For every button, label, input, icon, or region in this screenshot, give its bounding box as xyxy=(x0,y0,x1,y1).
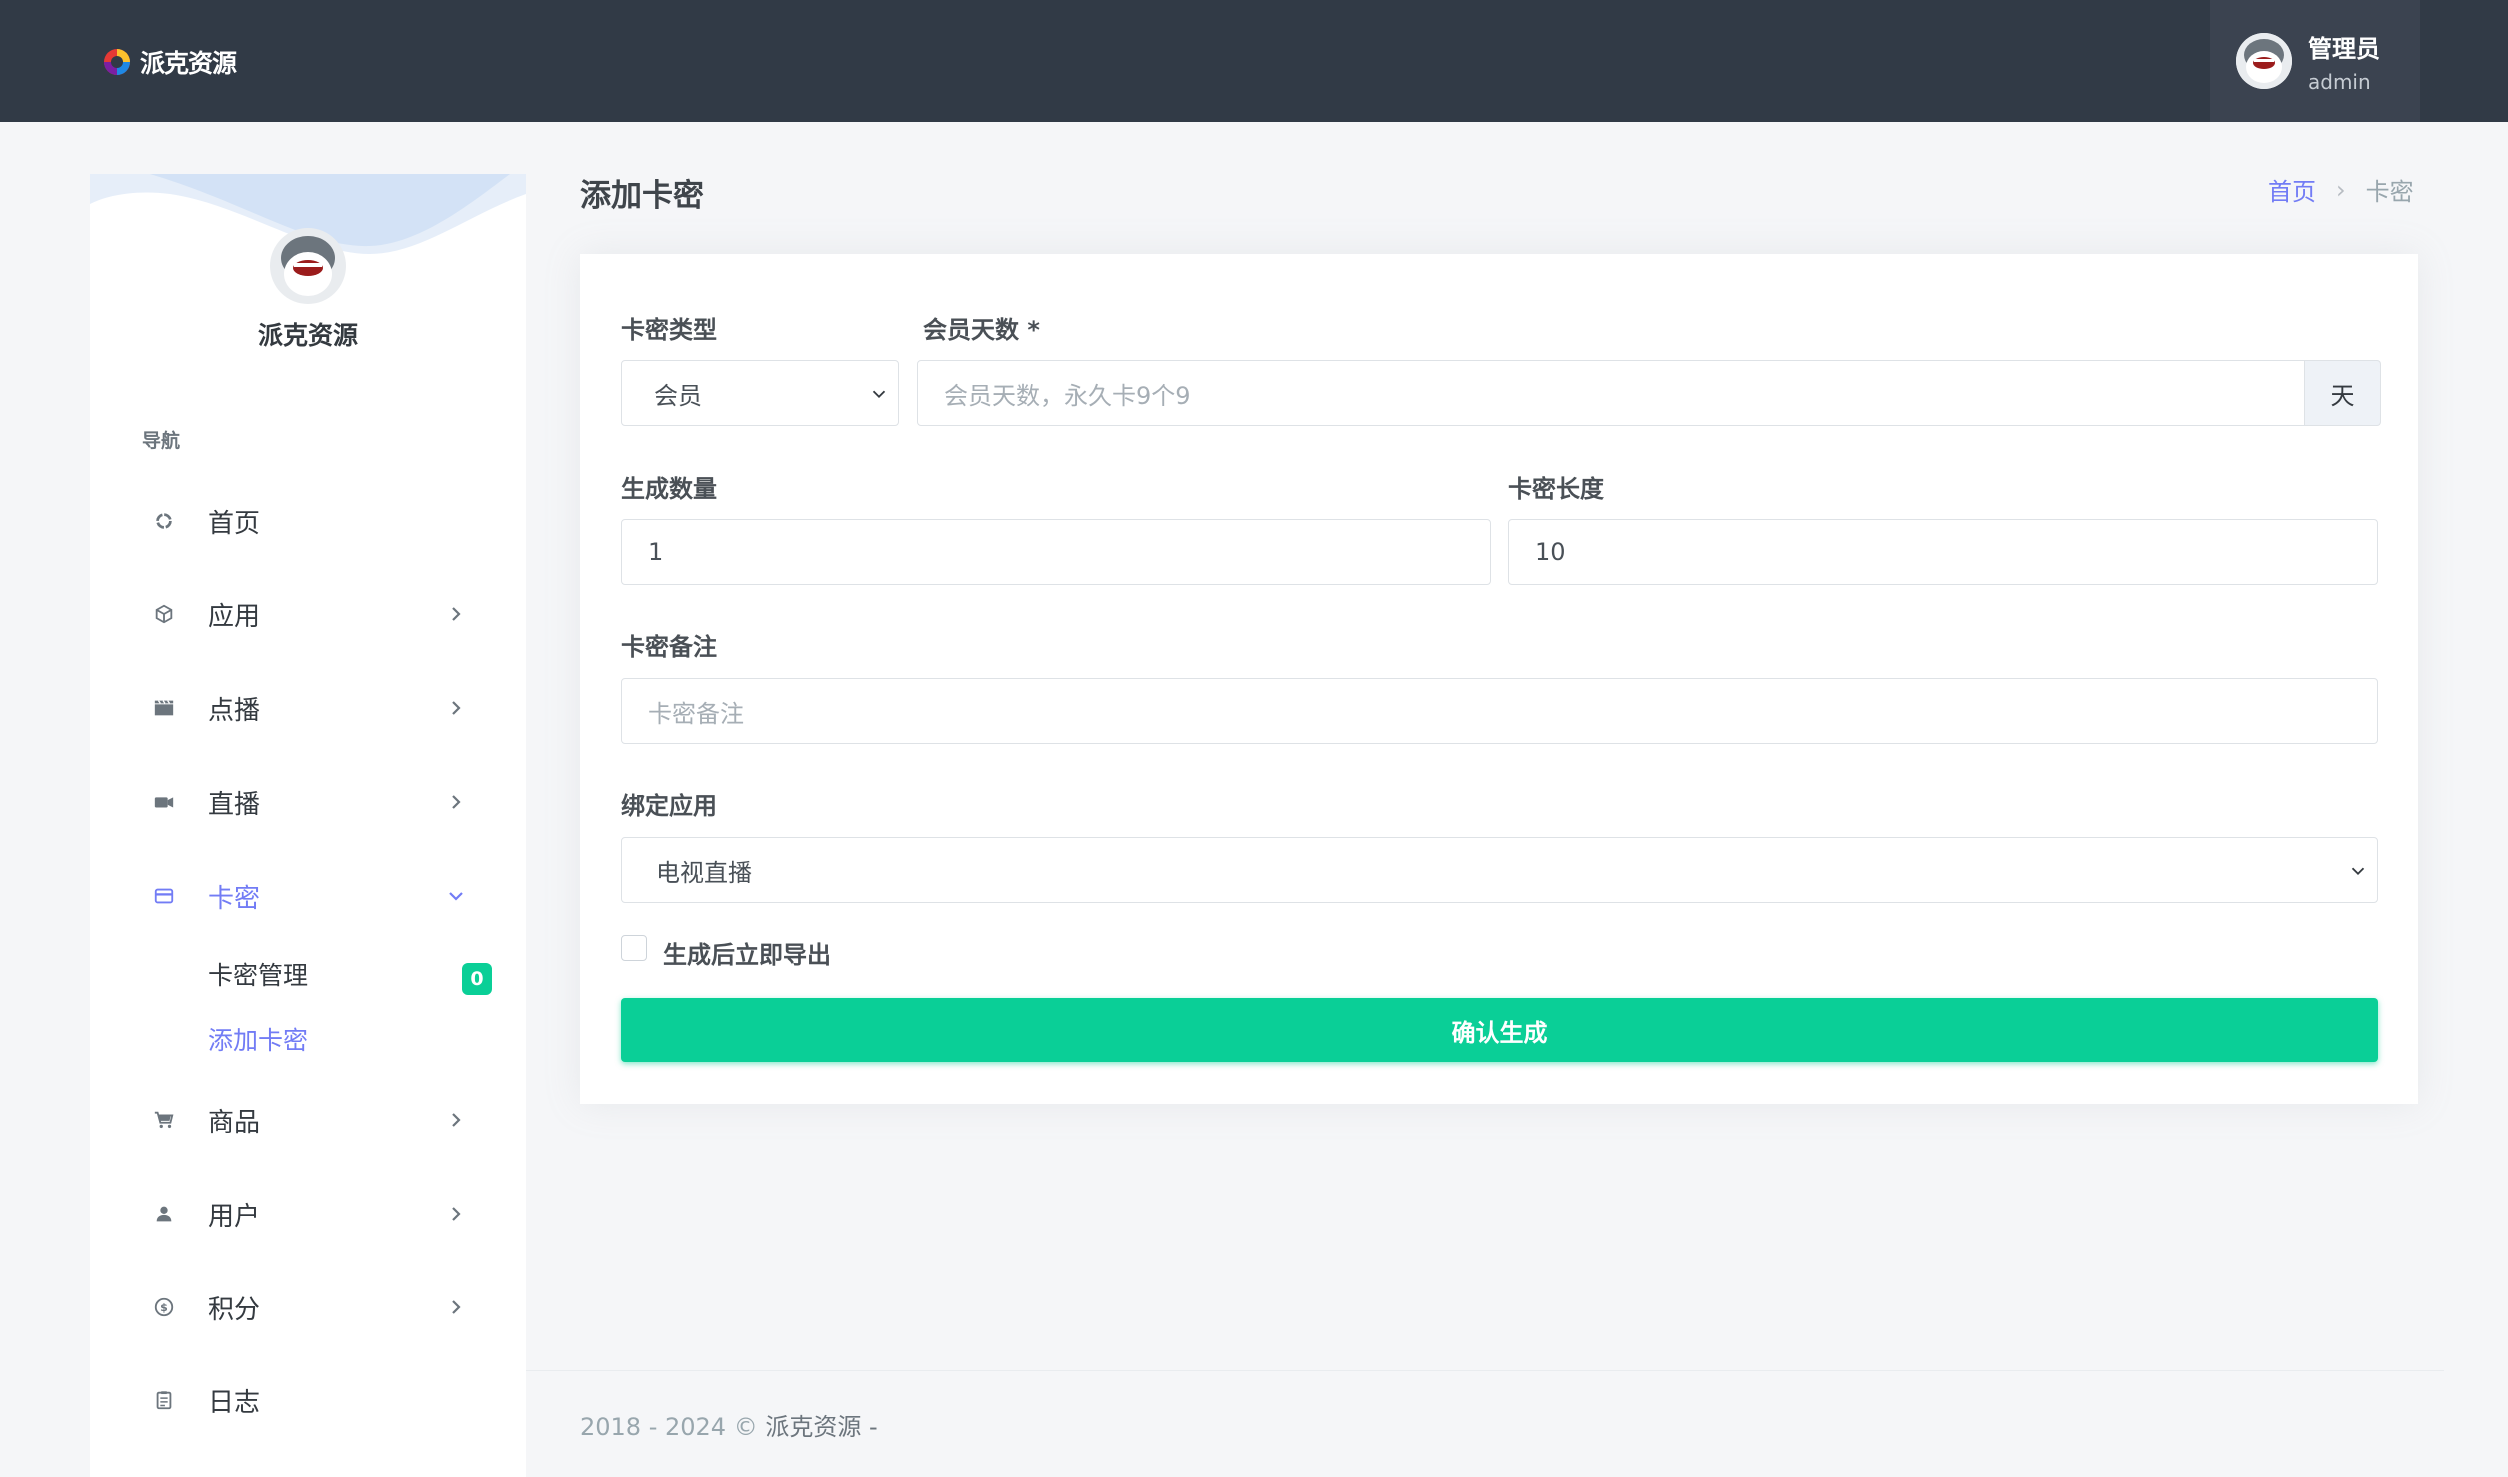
sidebar-item-label: 用户 xyxy=(208,1201,261,1232)
bind-app-select[interactable]: 电视直播 xyxy=(621,837,2378,903)
export-checkbox[interactable] xyxy=(621,935,647,961)
sidebar-item-label: 商品 xyxy=(208,1107,261,1138)
sidebar-item-label: 日志 xyxy=(208,1387,261,1418)
card-length-input[interactable]: 10 xyxy=(1508,519,2378,585)
chevron-right-icon xyxy=(444,790,468,814)
nav-section-title: 导航 xyxy=(142,430,181,452)
sidebar-item-live[interactable]: 直播 xyxy=(90,772,526,832)
dashboard-icon xyxy=(152,509,176,533)
top-navbar: 派克资源 管理员 admin xyxy=(0,0,2508,122)
sidebar-site-name: 派克资源 xyxy=(257,321,358,350)
member-days-label: 会员天数 * xyxy=(923,316,1040,344)
sidebar-item-apps[interactable]: 应用 xyxy=(90,584,526,644)
bind-app-value: 电视直播 xyxy=(656,858,752,887)
sidebar-item-points[interactable]: $ 积分 xyxy=(90,1277,526,1337)
coin-icon: $ xyxy=(152,1295,176,1319)
quantity-input[interactable]: 1 xyxy=(621,519,1491,585)
sidebar-item-vod[interactable]: 点播 xyxy=(90,678,526,738)
clipboard-icon xyxy=(152,1388,176,1412)
breadcrumb: 首页 › 卡密 xyxy=(2268,172,2414,207)
cube-icon xyxy=(152,602,176,626)
sidebar-item-products[interactable]: 商品 xyxy=(90,1090,526,1150)
breadcrumb-current: 卡密 xyxy=(2365,178,2414,206)
footer-brand: 派克资源 - xyxy=(765,1413,878,1441)
confirm-generate-button[interactable]: 确认生成 xyxy=(621,998,2378,1062)
sidebar-item-label: 卡密 xyxy=(208,883,261,914)
card-type-value: 会员 xyxy=(654,381,702,410)
footer: 2018 - 2024 © 派克资源 - xyxy=(580,1407,878,1442)
clapperboard-icon xyxy=(152,696,176,720)
sidebar-subitem-card-management[interactable]: 卡密管理 xyxy=(208,954,308,994)
card-length-label: 卡密长度 xyxy=(1508,475,1604,503)
sidebar-item-users[interactable]: 用户 xyxy=(90,1184,526,1244)
logo-text: 派克资源 xyxy=(140,49,237,78)
card-count-badge: 0 xyxy=(462,963,492,995)
sidebar-subitem-add-card[interactable]: 添加卡密 xyxy=(208,1019,308,1059)
chevron-right-icon xyxy=(444,1295,468,1319)
sidebar-item-home[interactable]: 首页 xyxy=(90,491,526,551)
avatar xyxy=(2236,33,2292,89)
member-days-input[interactable]: 会员天数，永久卡9个9 xyxy=(917,360,2305,426)
user-icon xyxy=(152,1202,176,1226)
footer-copyright: 2018 - 2024 © xyxy=(580,1413,758,1441)
sidebar: 派克资源 导航 首页 应用 点播 直播 卡密 卡密管理 0 添加卡密 商品 用户… xyxy=(90,174,526,1477)
remark-input[interactable]: 卡密备注 xyxy=(621,678,2378,744)
chevron-right-icon xyxy=(444,1202,468,1226)
remark-label: 卡密备注 xyxy=(621,633,717,661)
logo[interactable]: 派克资源 xyxy=(102,46,237,78)
bind-app-label: 绑定应用 xyxy=(621,792,717,820)
sidebar-item-label: 直播 xyxy=(208,789,261,820)
sidebar-subitem-label: 卡密管理 xyxy=(208,961,309,990)
user-name: 管理员 xyxy=(2308,34,2380,63)
member-days-placeholder: 会员天数，永久卡9个9 xyxy=(944,381,1191,410)
logo-icon xyxy=(102,47,132,77)
sidebar-item-logs[interactable]: 日志 xyxy=(90,1370,526,1430)
chevron-right-icon xyxy=(444,602,468,626)
footer-divider xyxy=(526,1370,2444,1371)
chevron-down-icon xyxy=(868,383,890,405)
card-type-select[interactable]: 会员 xyxy=(621,360,899,426)
card-length-value: 10 xyxy=(1535,538,1566,566)
credit-card-icon xyxy=(152,884,176,908)
sidebar-item-label: 积分 xyxy=(208,1294,261,1325)
sidebar-item-label: 点播 xyxy=(208,695,261,726)
video-camera-icon xyxy=(152,790,176,814)
page-title: 添加卡密 xyxy=(580,178,704,214)
member-days-unit: 天 xyxy=(2305,360,2381,426)
sidebar-avatar xyxy=(270,228,346,304)
breadcrumb-separator-icon: › xyxy=(2336,175,2346,204)
svg-text:$: $ xyxy=(160,1301,168,1314)
quantity-value: 1 xyxy=(648,538,664,566)
sidebar-item-label: 应用 xyxy=(208,601,261,632)
chevron-down-icon xyxy=(2347,860,2369,882)
export-checkbox-label[interactable]: 生成后立即导出 xyxy=(663,935,831,970)
cart-icon xyxy=(152,1108,176,1132)
sidebar-item-cards[interactable]: 卡密 xyxy=(90,866,526,926)
add-card-form: 卡密类型 会员 会员天数 * 会员天数，永久卡9个9 天 生成数量 1 卡密长度… xyxy=(580,254,2418,1104)
user-menu[interactable]: 管理员 admin xyxy=(2210,0,2420,122)
sidebar-subitem-label: 添加卡密 xyxy=(208,1026,309,1055)
card-type-label: 卡密类型 xyxy=(621,316,717,344)
user-login: admin xyxy=(2308,69,2371,94)
chevron-right-icon xyxy=(444,1108,468,1132)
quantity-label: 生成数量 xyxy=(621,475,717,503)
remark-placeholder: 卡密备注 xyxy=(648,699,744,728)
sidebar-item-label: 首页 xyxy=(208,508,261,539)
breadcrumb-home-link[interactable]: 首页 xyxy=(2268,172,2316,207)
chevron-right-icon xyxy=(444,696,468,720)
chevron-down-icon xyxy=(444,884,468,908)
